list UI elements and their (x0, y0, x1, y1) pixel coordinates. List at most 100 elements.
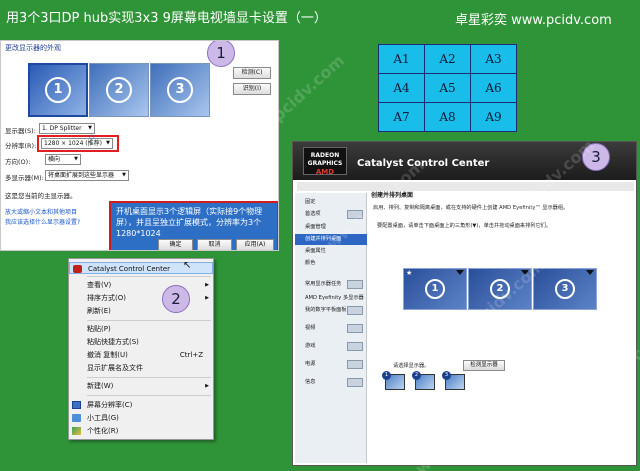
sidebar-thumb-icon (347, 324, 363, 333)
settings-help-link[interactable]: 我应该选择什么显示器设置? (5, 217, 80, 226)
menu-item-label: Catalyst Control Center (88, 265, 171, 273)
menu-item-label: 排序方式(O) (87, 294, 126, 302)
triangle-down-icon[interactable] (586, 270, 594, 275)
menu-item-label: 新建(W) (87, 382, 114, 390)
step-marker-1: 1 (207, 41, 235, 67)
chevron-down-icon: ▼ (122, 172, 126, 178)
grid-cell: A9 (471, 103, 516, 131)
menu-item-gadgets[interactable]: 小工具(G) (69, 412, 213, 424)
display-select[interactable]: 1. DP Splitter ▼ (39, 123, 95, 134)
sidebar-thumb-icon (347, 378, 363, 387)
monitor-2[interactable]: 2 (89, 63, 149, 117)
identify-button[interactable]: 识别(I) (233, 83, 271, 95)
sidebar-thumb-icon (347, 342, 363, 351)
menu-item-catalyst[interactable]: Catalyst Control Center (69, 262, 213, 274)
monitor-3[interactable]: 3 (150, 63, 210, 117)
menu-item-personalize[interactable]: 个性化(R) (69, 425, 213, 437)
sidebar-item-color[interactable]: 颜色 (295, 258, 367, 269)
triangle-down-icon[interactable] (456, 270, 464, 275)
menu-separator (87, 377, 211, 378)
logo-text-top: RADEON (310, 152, 340, 159)
grid-cell: A1 (379, 45, 424, 73)
grid-cell: A5 (425, 74, 470, 102)
sidebar-thumb-icon (347, 210, 363, 219)
menu-item-paste[interactable]: 粘贴(P) (69, 323, 213, 335)
ccc-sidebar: 固定 首选项 桌面管理 创建并排列桌面 桌面属性 颜色 常用显示器任务 AMD … (295, 193, 367, 463)
menu-item-label: 撤消 复制(U) (87, 351, 128, 359)
menu-item-label: 粘贴快捷方式(S) (87, 338, 139, 346)
monitor-1[interactable]: 1 (28, 63, 88, 117)
radeon-logo: RADEON GRAPHICS AMD (303, 147, 347, 176)
desktop-1[interactable]: ★ 1 (403, 268, 467, 310)
sidebar-item-eyefinity[interactable]: AMD Eyefinity 多显示器 (295, 293, 367, 304)
ccc-toolbar (297, 182, 634, 191)
section-title: 创建并排列桌面 (371, 192, 414, 199)
mini-monitor-1[interactable]: 1 (382, 371, 405, 390)
menu-item-paste-shortcut[interactable]: 粘贴快捷方式(S) (69, 336, 213, 348)
page-title: 用3个3口DP hub实现3x3 9屏幕电视墙显卡设置（一） (6, 11, 327, 26)
sidebar-item-pin[interactable]: 固定 (295, 197, 367, 208)
detect-button[interactable]: 检测(C) (233, 67, 271, 79)
menu-item-label: 显示扩展名及文件 (87, 364, 143, 372)
step-marker-3: 3 (582, 143, 610, 171)
menu-item-label: 查看(V) (87, 281, 112, 289)
grid-cell: A4 (379, 74, 424, 102)
menu-item-view[interactable]: 查看(V) ▶ (69, 279, 213, 291)
detect-displays-button[interactable]: 检测显示器 (463, 360, 505, 371)
desktop-3[interactable]: 3 (533, 268, 597, 310)
grid-cell: A3 (471, 45, 516, 73)
cursor-icon: ↖ (183, 260, 192, 271)
monitor-2-number: 2 (106, 77, 132, 103)
chevron-down-icon: ▼ (88, 125, 92, 131)
desktop-2-number: 2 (490, 279, 510, 299)
sidebar-thumb-icon (347, 280, 363, 289)
multi-display-select[interactable]: 将桌面扩展到这些显示器 ▼ (45, 170, 129, 181)
display-select-value: 1. DP Splitter (42, 125, 82, 132)
menu-separator (87, 276, 211, 277)
menu-item-new[interactable]: 新建(W) ▶ (69, 380, 213, 392)
personalize-icon (72, 427, 81, 435)
grid-cell: A2 (425, 45, 470, 73)
menu-item-label: 小工具(G) (87, 414, 119, 422)
multi-display-label: 多显示器(M): (5, 174, 44, 182)
desktop-1-number: 1 (425, 279, 445, 299)
menu-item-label: 个性化(R) (87, 427, 119, 435)
monitor-1-number: 1 (45, 77, 71, 103)
sidebar-item-create-arrange[interactable]: 创建并排列桌面 (295, 234, 367, 245)
apply-button[interactable]: 应用(A) (236, 239, 274, 250)
menu-item-shortcut: Ctrl+Z (179, 351, 203, 359)
orientation-label: 方向(O): (5, 158, 31, 166)
unassigned-label: 请选择显示器。 (393, 363, 430, 369)
desktop-context-menu: Catalyst Control Center 查看(V) ▶ 排序方式(O) ▶ … (68, 258, 214, 440)
sidebar-item-desktop-properties[interactable]: 桌面属性 (295, 246, 367, 257)
menu-item-undo-copy[interactable]: 撤消 复制(U) Ctrl+Z (69, 349, 213, 361)
menu-item-label: 粘贴(P) (87, 325, 111, 333)
sidebar-thumb-icon (347, 360, 363, 369)
primary-star-icon: ★ (406, 269, 413, 277)
chevron-right-icon: ▶ (205, 295, 209, 301)
menu-item-label: 屏幕分辨率(C) (87, 401, 133, 409)
sidebar-item-desktop-management[interactable]: 桌面管理 (295, 222, 367, 233)
menu-item-sort[interactable]: 排序方式(O) ▶ (69, 292, 213, 304)
chevron-right-icon: ▶ (205, 383, 209, 389)
desktop-2[interactable]: 2 (468, 268, 532, 310)
ok-button[interactable]: 确定 (158, 239, 193, 250)
menu-separator (87, 320, 211, 321)
mini-monitor-3[interactable]: 3 (442, 371, 465, 390)
orientation-select[interactable]: 横向 ▼ (45, 154, 81, 165)
cursor-icon: ◇ (89, 133, 95, 141)
mini-monitor-3-number: 3 (442, 371, 451, 380)
catalyst-control-center-window: RADEON GRAPHICS AMD Catalyst Control Cen… (292, 141, 637, 466)
ccc-title: Catalyst Control Center (357, 158, 490, 169)
mini-monitor-2[interactable]: 2 (412, 371, 435, 390)
brand-label: 卓星彩奕 www.pcidv.com (455, 13, 612, 28)
menu-item-refresh[interactable]: 刷新(E) (69, 305, 213, 317)
menu-separator (87, 395, 211, 396)
menu-item-screen-resolution[interactable]: 屏幕分辨率(C) (69, 399, 213, 411)
cancel-button[interactable]: 取消 (197, 239, 232, 250)
menu-item-show-extensions[interactable]: 显示扩展名及文件 (69, 362, 213, 374)
display-label: 显示器(S): (5, 127, 36, 135)
section-desc-2: 要配置桌面，请单击下面桌面上的三角形(▼)，单击并拖动桌面来排列它们。 (377, 223, 552, 229)
triangle-down-icon[interactable] (521, 270, 529, 275)
text-size-link[interactable]: 放大或缩小文本和其他项目 (5, 207, 77, 216)
